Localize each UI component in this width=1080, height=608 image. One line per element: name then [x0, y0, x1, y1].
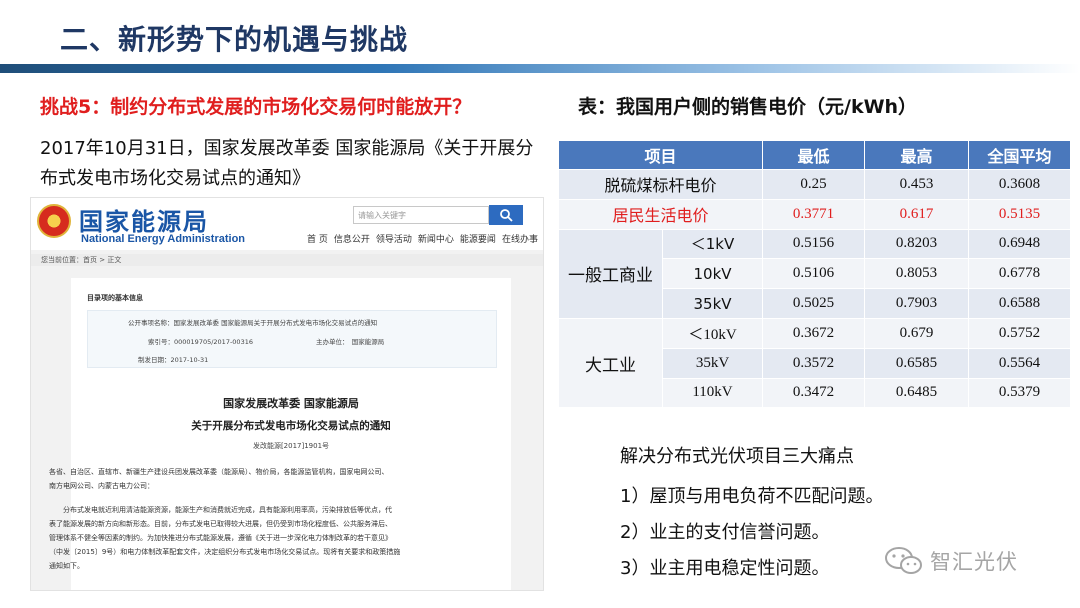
pain-point-item: 3）业主用电稳定性问题。 — [620, 558, 830, 579]
row-sublabel: 35kV — [661, 288, 764, 319]
cell-min: 0.5156 — [762, 228, 866, 260]
nea-nav-info[interactable]: 信息公开 — [334, 232, 370, 245]
cell-min: 0.3472 — [762, 377, 866, 409]
cell-max: 0.6585 — [864, 347, 970, 379]
nea-webpage-screenshot: 国家能源局 National Energy Administration 请输入… — [30, 197, 544, 591]
cell-avg: 0.3608 — [968, 169, 1072, 200]
nea-header: 国家能源局 National Energy Administration 请输入… — [31, 198, 543, 250]
doc-title: 关于开展分布式发电市场化交易试点的通知 — [191, 420, 391, 432]
doc-para-line: 表了能源发展的新方向和新形态。目前，分布式发电已取得较大进展，但仍受到市场化程度… — [49, 520, 392, 528]
table-row-resident: 居民生活电价 0.3771 0.617 0.5135 — [557, 198, 1072, 230]
doc-para-line: 各省、自治区、直辖市、新疆生产建设兵团发展改革委（能源局）、物价局，各能源监管机… — [49, 468, 389, 476]
col-header-item: 项目 — [557, 140, 764, 170]
national-emblem-icon — [37, 204, 71, 238]
nea-nav-news[interactable]: 新闻中心 — [418, 232, 454, 245]
cell-max: 0.6485 — [864, 377, 970, 409]
row-sublabel: ＜10kV — [661, 317, 764, 349]
search-icon — [500, 209, 513, 222]
cell-max: 0.8053 — [864, 258, 970, 290]
info-box: 公开事项名称：国家发展改革委 国家能源局关于开展分布式发电市场化交易试点的通知 … — [87, 310, 497, 368]
info-index: 索引号：000019705/2017-00316 — [148, 338, 253, 346]
nea-document-body: 目录项的基本信息 公开事项名称：国家发展改革委 国家能源局关于开展分布式发电市场… — [49, 278, 511, 590]
nea-nav-online[interactable]: 在线办事 — [502, 232, 538, 245]
cell-min: 0.3771 — [762, 198, 866, 230]
doc-number: 发改能源[2017]1901号 — [252, 442, 330, 450]
col-header-min: 最低 — [762, 140, 866, 170]
price-table: 项目 最低 最高 全国平均 脱硫煤标杆电价 0.25 0.453 0.3608 … — [557, 140, 1072, 409]
cell-max: 0.7903 — [864, 288, 970, 319]
group-label-industrial: 大工业 — [558, 317, 663, 409]
cell-max: 0.679 — [864, 317, 970, 349]
nea-nav-energy-news[interactable]: 能源要闻 — [460, 232, 496, 245]
table-row-commercial-1: 一般工商业 ＜1kV 0.5156 0.8203 0.6948 — [558, 228, 1072, 319]
pain-point-item: 1）屋顶与用电负荷不匹配问题。 — [620, 486, 884, 507]
watermark: 智汇光伏 — [884, 545, 1018, 577]
row-sublabel: 35kV — [661, 347, 764, 379]
cell-avg: 0.6588 — [968, 288, 1072, 319]
doc-para-line: 分布式发电就近利用清洁能源资源，能源生产和消费就近完成，具有能源利用率高，污染排… — [49, 506, 392, 514]
cell-max: 0.8203 — [864, 228, 970, 260]
nea-nav-leaders[interactable]: 领导活动 — [376, 232, 412, 245]
pain-point-item: 2）业主的支付信誉问题。 — [620, 522, 830, 543]
slide-title: 二、新形势下的机遇与挑战 — [60, 23, 409, 56]
nea-nav-home[interactable]: 首 页 — [307, 232, 328, 245]
intro-text: 2017年10月31日，国家发展改革委 国家能源局《关于开展分布式发电市场化交易… — [40, 138, 534, 189]
col-header-max: 最高 — [864, 140, 970, 170]
nea-search-button[interactable] — [489, 205, 523, 225]
nea-logo-cn: 国家能源局 — [79, 208, 209, 236]
cell-min: 0.3572 — [762, 347, 866, 379]
challenge-heading: 挑战5：制约分布式发展的市场化交易何时能放开？ — [40, 96, 472, 118]
row-sublabel: ＜1kV — [661, 228, 764, 260]
row-label: 居民生活电价 — [557, 198, 764, 230]
doc-para-line: 南方电网公司、内蒙古电力公司： — [49, 482, 154, 490]
nea-nav: 首 页 信息公开 领导活动 新闻中心 能源要闻 在线办事 — [307, 232, 538, 245]
cell-avg: 0.5135 — [968, 198, 1072, 230]
table-row-industrial-1: 大工业 ＜10kV 0.3672 0.679 0.5752 — [558, 317, 1072, 409]
col-header-avg: 全国平均 — [968, 140, 1072, 170]
nea-breadcrumb: 您当前位置：首页 > 正文 — [31, 254, 543, 266]
info-label: 目录项的基本信息 — [87, 294, 143, 302]
pain-points-heading: 解决分布式光伏项目三大痛点 — [620, 446, 854, 467]
info-dept: 主办单位： 国家能源局 — [316, 338, 385, 346]
row-sublabel: 10kV — [661, 258, 764, 290]
cell-max: 0.453 — [864, 169, 970, 200]
cell-min: 0.25 — [762, 169, 866, 200]
doc-para-line: （中发〔2015〕9号）和电力体制改革配套文件，决定组织分布式发电市场化交易试点… — [49, 548, 401, 556]
cell-min: 0.3672 — [762, 317, 866, 349]
cell-max: 0.617 — [864, 198, 970, 230]
cell-avg: 0.6778 — [968, 258, 1072, 290]
table-row-coal: 脱硫煤标杆电价 0.25 0.453 0.3608 — [557, 169, 1072, 200]
table-header-row: 项目 最低 最高 全国平均 — [557, 140, 1072, 170]
doc-para-line: 管理体系不健全等因素的制约。为加快推进分布式能源发展，遵循《关于进一步深化电力体… — [49, 534, 392, 542]
cell-min: 0.5025 — [762, 288, 866, 319]
nea-search-input[interactable]: 请输入关键字 — [353, 206, 489, 224]
cell-avg: 0.5564 — [968, 347, 1072, 379]
row-sublabel: 110kV — [661, 377, 764, 409]
group-label-commercial: 一般工商业 — [558, 228, 663, 319]
row-label: 脱硫煤标杆电价 — [557, 169, 764, 200]
info-date: 制发日期：2017-10-31 — [138, 356, 209, 364]
info-title: 公开事项名称：国家发展改革委 国家能源局关于开展分布式发电市场化交易试点的通知 — [128, 319, 378, 327]
title-underline-bar — [0, 64, 1080, 73]
cell-avg: 0.5752 — [968, 317, 1072, 349]
cell-min: 0.5106 — [762, 258, 866, 290]
doc-title-issuer: 国家发展改革委 国家能源局 — [223, 397, 359, 410]
cell-avg: 0.5379 — [968, 377, 1072, 409]
watermark-text: 智汇光伏 — [930, 550, 1018, 574]
nea-logo-en: National Energy Administration — [81, 233, 246, 245]
wechat-icon — [885, 547, 922, 574]
cell-avg: 0.6948 — [968, 228, 1072, 260]
doc-para-line: 通知如下。 — [49, 562, 84, 570]
table-title: 表：我国用户侧的销售电价（元/kWh） — [578, 96, 918, 118]
